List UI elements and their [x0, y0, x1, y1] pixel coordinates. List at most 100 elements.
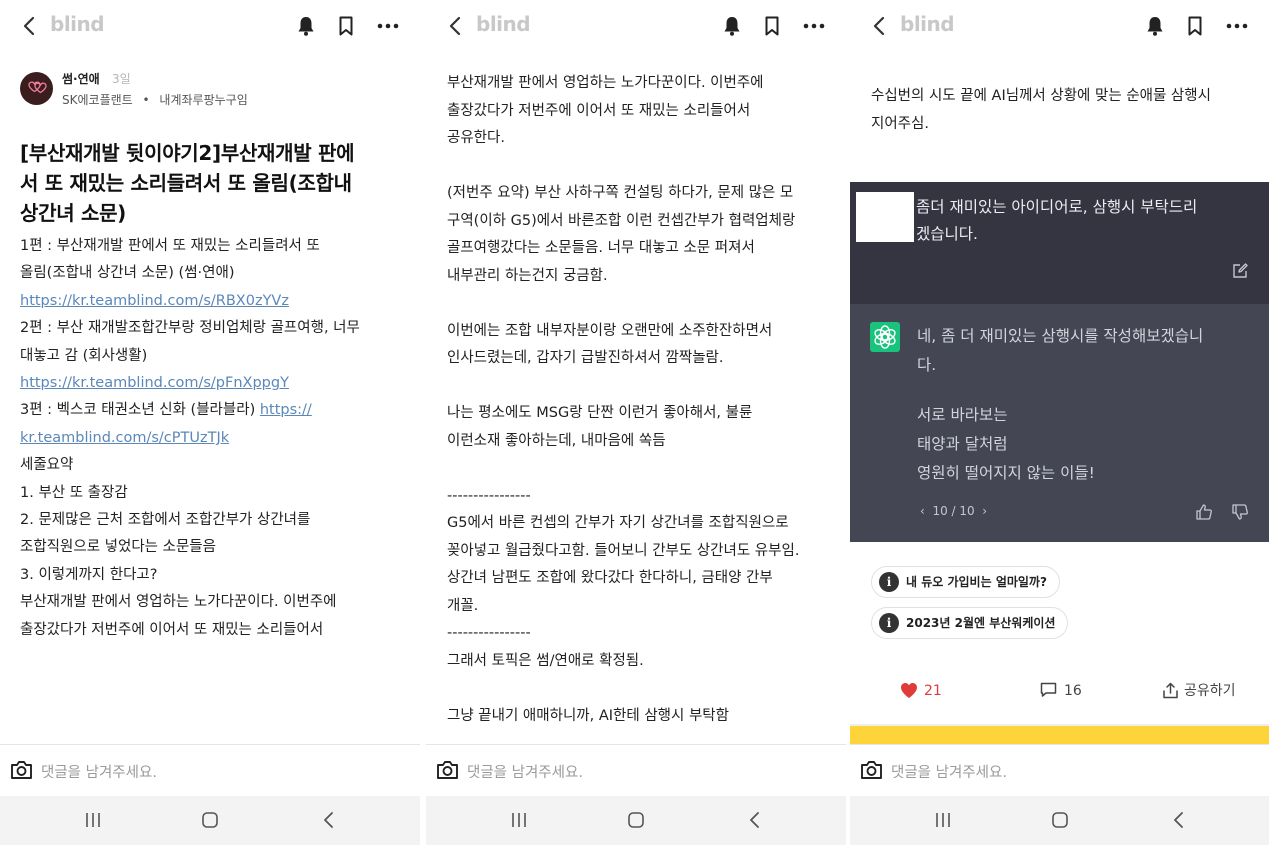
- nav-back-icon[interactable]: [1170, 810, 1188, 830]
- comment-input[interactable]: 댓글을 남겨주세요.: [41, 761, 157, 782]
- post-screen-1: blind 썸·연애 3일 SK에코플랜트 • 내계좌루팡누구임 [부산재개발 …: [0, 0, 420, 845]
- recent-apps-icon[interactable]: [84, 811, 102, 829]
- recent-apps-icon[interactable]: [934, 811, 952, 829]
- body-line: 나는 평소에도 MSG랑 단짠 이런거 좋아해서, 불륜: [447, 405, 753, 421]
- body-line: 상간녀 남편도 조합에 왔다갔다 한다하니, 금태양 간부: [447, 570, 773, 586]
- post-screen-2: blind 부산재개발 판에서 영업하는 노가다꾼이다. 이번주에 출장갔다가 저…: [426, 0, 846, 845]
- chatgpt-screenshot: 좀더 재미있는 아이디어로, 삼행시 부탁드리 겠습니다. 네, 좀 더 재미있…: [850, 182, 1269, 542]
- post-body: 부산재개발 판에서 영업하는 노가다꾼이다. 이번주에 출장갔다가 저번주에 이어…: [447, 70, 828, 730]
- body-line: 부산재개발 판에서 영업하는 노가다꾼이다. 이번주에: [447, 75, 764, 91]
- post-actions: 21 16 공유하기: [850, 676, 1269, 706]
- app-logo: blind: [476, 12, 531, 36]
- camera-icon[interactable]: [859, 759, 884, 781]
- back-arrow-icon[interactable]: [868, 14, 892, 38]
- question-text: 좀더 재미있는 아이디어로, 삼행시 부탁드리 겠습니다.: [916, 194, 1253, 248]
- thumbs-down-icon: [1232, 504, 1248, 520]
- comment-bar[interactable]: 댓글을 남겨주세요.: [426, 744, 846, 796]
- system-nav-bar: [0, 796, 420, 845]
- bookmark-icon[interactable]: [1183, 14, 1207, 38]
- body-line: 구역(이하 G5)에서 바른조합 이런 컨셉간부가 협력업체랑: [447, 212, 796, 229]
- body-line: 지어주심.: [871, 115, 929, 132]
- home-icon[interactable]: [627, 811, 645, 829]
- chip-label: 내 듀오 가입비는 얼마일까?: [906, 575, 1047, 589]
- bell-icon[interactable]: [1143, 14, 1167, 38]
- body-line: G5에서 바른 컨셉의 간부가 자기 상간녀를 조합직원으로: [447, 515, 789, 531]
- comment-input[interactable]: 댓글을 남겨주세요.: [891, 761, 1007, 782]
- top-bar: blind: [0, 0, 420, 52]
- heart-logo-icon: [28, 81, 47, 94]
- body-line: 그래서 토픽은 썸/연애로 확정됨.: [447, 652, 644, 669]
- ad-banner[interactable]: [850, 724, 1269, 744]
- body-line: 대놓고 감 (회사생활): [20, 347, 148, 364]
- question-line: 겠습니다.: [916, 225, 978, 243]
- post-author[interactable]: 썸·연애 3일 SK에코플랜트 • 내계좌루팡누구임: [20, 70, 400, 110]
- back-arrow-icon[interactable]: [444, 14, 468, 38]
- author-company: SK에코플랜트: [62, 93, 133, 107]
- post-link-2[interactable]: https://kr.teamblind.com/s/pFnXppgY: [20, 375, 289, 391]
- comment-bar[interactable]: 댓글을 남겨주세요.: [0, 744, 420, 796]
- info-icon: i: [879, 572, 899, 592]
- post-body: 수십번의 시도 끝에 AI님께서 상황에 맞는 순애물 삼행시 지어주심.: [871, 83, 1251, 138]
- pager-text: 10 / 10: [932, 504, 975, 518]
- body-line: ----------------: [447, 625, 531, 641]
- answer-line: 네, 좀 더 재미있는 삼행시를 작성해보겠습니: [917, 327, 1204, 345]
- comment-input[interactable]: 댓글을 남겨주세요.: [467, 761, 583, 782]
- home-icon[interactable]: [201, 811, 219, 829]
- summary-title: 세줄요약: [20, 457, 74, 474]
- body-line: (저번주 요약) 부산 사하구쪽 컨설팅 하다가, 문제 많은 모: [447, 185, 794, 201]
- post-link-3-cont[interactable]: kr.teamblind.com/s/cPTUzTJk: [20, 430, 229, 446]
- post-link-1[interactable]: https://kr.teamblind.com/s/RBX0zYVz: [20, 293, 289, 309]
- top-bar: blind: [426, 0, 846, 52]
- comment-button[interactable]: 16: [1040, 676, 1100, 706]
- thumbs-up-icon: [1196, 504, 1212, 520]
- app-logo: blind: [50, 12, 105, 36]
- more-icon[interactable]: [1225, 14, 1249, 38]
- bookmark-icon[interactable]: [334, 14, 358, 38]
- avatar: [20, 72, 53, 105]
- share-icon: [1163, 682, 1178, 699]
- like-button[interactable]: 21: [900, 676, 960, 706]
- topic-chip[interactable]: i 내 듀오 가입비는 얼마일까?: [871, 566, 1060, 598]
- nav-back-icon[interactable]: [320, 810, 338, 830]
- back-arrow-icon[interactable]: [18, 14, 42, 38]
- system-nav-bar: [850, 796, 1269, 845]
- body-line: 꽂아넣고 월급줬다고함. 들어보니 간부도 상간녀도 유부임.: [447, 542, 800, 559]
- body-line: 이번에는 조합 내부자분이랑 오랜만에 소주한잔하면서: [447, 322, 773, 339]
- body-line: 인사드렸는데, 갑자기 급발진하셔서 깜짝놀람.: [447, 350, 724, 366]
- more-icon[interactable]: [376, 14, 400, 38]
- body-line: 이런소재 좋아하는데, 내마음에 쏙듬: [447, 432, 666, 449]
- home-icon[interactable]: [1051, 811, 1069, 829]
- bell-icon[interactable]: [720, 14, 744, 38]
- nav-back-icon[interactable]: [746, 810, 764, 830]
- post-link-3[interactable]: https://: [260, 402, 312, 418]
- chat-question: 좀더 재미있는 아이디어로, 삼행시 부탁드리 겠습니다.: [850, 182, 1269, 304]
- bell-icon[interactable]: [294, 14, 318, 38]
- recent-apps-icon[interactable]: [510, 811, 528, 829]
- bookmark-icon[interactable]: [760, 14, 784, 38]
- post-body: 1편 : 부산재개발 판에서 또 재밌는 소리들려서 또 올림(조합내 상간녀 …: [20, 233, 390, 644]
- chatgpt-logo-icon: [870, 322, 900, 352]
- more-icon[interactable]: [802, 14, 826, 38]
- answer-line: 다.: [917, 356, 937, 374]
- body-line: 2편 : 부산 재개발조합간부랑 정비업체랑 골프여행, 너무: [20, 320, 360, 337]
- body-line: ----------------: [447, 487, 531, 504]
- body-line: 올림(조합내 상간녀 소문) (썸·연애): [20, 265, 235, 282]
- author-name: 썸·연애: [62, 72, 100, 86]
- author-org: SK에코플랜트 • 내계좌루팡누구임: [62, 91, 248, 108]
- post-time: 3일: [112, 72, 131, 86]
- author-nickname: 내계좌루팡누구임: [159, 93, 248, 107]
- separator: •: [142, 93, 150, 107]
- comment-bar[interactable]: 댓글을 남겨주세요.: [850, 744, 1269, 796]
- share-button[interactable]: 공유하기: [1162, 676, 1262, 706]
- topic-chip[interactable]: i 2023년 2월엔 부산워케이션: [871, 607, 1069, 639]
- chat-answer: 네, 좀 더 재미있는 삼행시를 작성해보겠습니 다. 서로 바라보는 태양과 …: [850, 304, 1269, 542]
- post-screen-3: blind 수십번의 시도 끝에 AI님께서 상황에 맞는 순애물 삼행시 지어…: [850, 0, 1269, 845]
- poem-line: 태양과 달처럼: [917, 435, 1008, 453]
- user-avatar: [856, 192, 914, 242]
- answer-text: 네, 좀 더 재미있는 삼행시를 작성해보겠습니 다. 서로 바라보는 태양과 …: [917, 322, 1257, 488]
- camera-icon[interactable]: [9, 759, 34, 781]
- camera-icon[interactable]: [435, 759, 460, 781]
